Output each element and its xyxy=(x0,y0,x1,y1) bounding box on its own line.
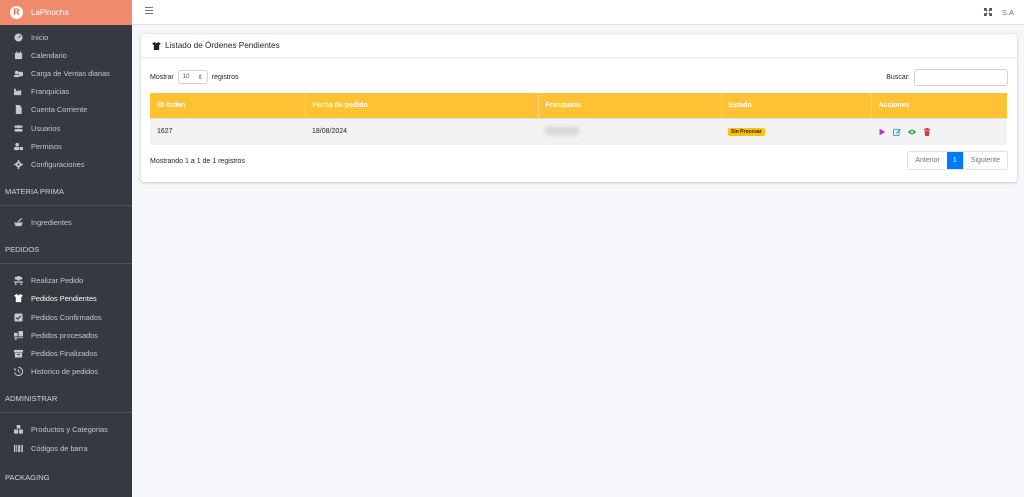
page-size-select[interactable]: 10 ⇕ xyxy=(177,70,208,84)
brand-link[interactable]: R LaPinocha xyxy=(0,0,132,25)
search-wrap: Buscar: xyxy=(886,68,1008,86)
sort-arrows-icon: ⇕ xyxy=(197,74,203,81)
section-packaging: PACKAGING xyxy=(5,472,50,482)
col-header-id[interactable]: ID órden ↑↓ xyxy=(150,93,306,118)
sidebar-item-cuenta-corriente[interactable]: Cuenta Corriente xyxy=(0,101,132,119)
dashboard-icon xyxy=(13,32,23,42)
section-pedidos: PEDIDOS xyxy=(5,245,40,255)
sidebar-item-calendario[interactable]: Calendario xyxy=(0,46,132,64)
cell-actions xyxy=(871,117,1007,145)
sidebar-item-productos-categorias[interactable]: Productos y Categorias xyxy=(0,421,132,439)
fullscreen-icon[interactable] xyxy=(984,8,992,16)
sidebar-item-permisos[interactable]: Permisos xyxy=(0,137,132,155)
boxes-icon xyxy=(13,425,23,435)
col-header-date[interactable]: Fecha de pedido ↑↓ xyxy=(305,93,539,118)
card-title: Listado de Órdenes Pendientes xyxy=(165,41,280,50)
sort-icon: ↑↓ xyxy=(711,102,717,108)
sales-icon xyxy=(13,68,23,78)
history-icon xyxy=(13,367,23,377)
gear-icon xyxy=(13,159,23,169)
user-menu[interactable]: S.A xyxy=(1002,8,1014,17)
pagination-next[interactable]: Siguiente xyxy=(962,152,1007,169)
edit-icon[interactable] xyxy=(893,128,901,136)
sidebar: R LaPinocha Inicio Calendario Carga de V… xyxy=(0,0,132,497)
user-lock-icon xyxy=(13,141,23,151)
file-icon xyxy=(13,105,23,115)
cell-franchise xyxy=(538,117,721,145)
sidebar-item-pedidos-pendientes[interactable]: Pedidos Pendientes xyxy=(0,290,132,308)
eye-icon[interactable] xyxy=(908,128,916,136)
orders-table: ID órden ↑↓ Fecha de pedido ↑↓ Franquicia ↑… xyxy=(150,93,1007,145)
sort-icon: ↑↓ xyxy=(528,102,534,108)
table-controls: Mostrar 10 ⇕ registros Buscar: xyxy=(150,68,1008,86)
card-header: Listado de Órdenes Pendientes xyxy=(141,34,1017,58)
col-header-status[interactable]: Estado ↑↓ xyxy=(721,93,872,118)
search-label: Buscar: xyxy=(886,73,910,81)
pagination: Anterior 1 Siguiente xyxy=(907,151,1008,170)
cell-date: 18/08/2024 xyxy=(305,117,538,145)
sort-icon: ↑↓ xyxy=(295,102,301,108)
trash-icon[interactable] xyxy=(923,127,931,136)
brand-name: LaPinocha xyxy=(31,8,69,17)
section-administrar: ADMINISTRAR xyxy=(5,394,58,404)
box-open-icon xyxy=(152,41,161,50)
records-label: registros xyxy=(211,73,239,81)
play-icon[interactable] xyxy=(878,128,886,136)
topbar: S.A xyxy=(132,0,1024,25)
users-icon xyxy=(13,123,23,133)
barcode-icon xyxy=(13,443,23,453)
sidebar-item-carga-ventas[interactable]: Carga de Ventas diarias xyxy=(0,64,132,82)
redacted-franchise xyxy=(545,126,579,135)
pagination-page-1[interactable]: 1 xyxy=(946,152,963,169)
check-square-icon xyxy=(13,312,23,322)
sidebar-item-pedidos-procesados[interactable]: Pedidos procesados xyxy=(0,326,132,344)
box-open-icon xyxy=(13,294,23,304)
table-row: 1627 18/08/2024 Sin Procesar xyxy=(150,117,1007,145)
table-header-row: ID órden ↑↓ Fecha de pedido ↑↓ Franquicia ↑… xyxy=(150,93,1007,118)
status-badge: Sin Procesar xyxy=(728,127,765,136)
calendar-icon xyxy=(13,50,23,60)
brand-logo: R xyxy=(10,6,23,19)
menu-toggle-icon[interactable] xyxy=(145,7,153,15)
sidebar-item-inicio[interactable]: Inicio xyxy=(0,28,132,46)
cell-id: 1627 xyxy=(150,117,305,145)
mortar-icon xyxy=(13,218,23,228)
col-header-actions: Acciones xyxy=(871,93,1007,118)
dolly-icon xyxy=(13,276,23,286)
cell-status: Sin Procesar xyxy=(721,117,871,145)
section-materia-prima: MATERIA PRIMA xyxy=(5,187,64,196)
sidebar-item-pedidos-confirmados[interactable]: Pedidos Confirmados xyxy=(0,308,132,326)
sort-icon: ↑↓ xyxy=(861,102,867,108)
table-info: Mostrando 1 a 1 de 1 registros xyxy=(150,158,245,165)
archive-icon xyxy=(13,349,23,359)
industry-icon xyxy=(13,87,23,97)
sidebar-item-historico-pedidos[interactable]: Historico de pedidos xyxy=(0,363,132,381)
sidebar-item-configuraciones[interactable]: Configuraciones xyxy=(0,155,132,173)
show-label: Mostrar xyxy=(150,73,174,81)
col-header-franchise[interactable]: Franquicia ↑↓ xyxy=(538,93,722,118)
search-input[interactable] xyxy=(914,68,1008,86)
sidebar-item-franquicias[interactable]: Franquicias xyxy=(0,83,132,101)
sidebar-item-usuarios[interactable]: Usuarios xyxy=(0,119,132,137)
sidebar-item-realizar-pedido[interactable]: Realizar Pedido xyxy=(0,272,132,290)
sidebar-item-ingredientes[interactable]: Ingredientes xyxy=(0,214,132,232)
sidebar-item-codigos-barra[interactable]: Códigos de barra xyxy=(0,439,132,457)
truck-loading-icon xyxy=(13,330,23,340)
pending-orders-card: Listado de Órdenes Pendientes Mostrar 10… xyxy=(141,34,1017,182)
sidebar-item-pedidos-finalizados[interactable]: Pedidos Finalizados xyxy=(0,344,132,362)
pagination-prev[interactable]: Anterior xyxy=(908,152,947,169)
